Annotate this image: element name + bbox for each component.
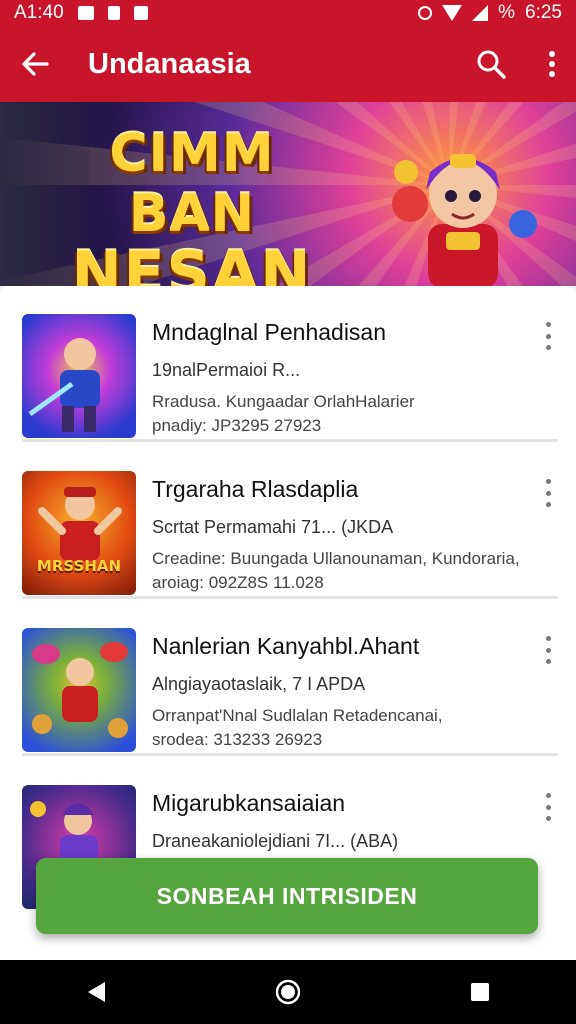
- item-more-icon[interactable]: [538, 479, 558, 507]
- search-icon[interactable]: [470, 43, 512, 85]
- item-title: Trgaraha Rlasdaplia: [152, 476, 359, 502]
- item-description: Orranpat'Nnal Sudlalan Retadencanai,: [152, 706, 443, 725]
- list-item[interactable]: Mndaglnal Penhadisan 19nalPermaioi R... …: [0, 286, 576, 442]
- divider: [22, 439, 558, 442]
- wifi-icon: [442, 5, 463, 21]
- more-vert-icon[interactable]: [542, 43, 562, 85]
- item-more-icon[interactable]: [538, 636, 558, 664]
- item-subtitle: 19nalPermaioi R...: [152, 360, 301, 380]
- game-thumbnail[interactable]: MRSSHAN: [22, 471, 136, 595]
- item-title: Migarubkansaiaian: [152, 790, 346, 816]
- item-meta: srodea: 313233 26923: [152, 730, 323, 749]
- primary-action-button[interactable]: SONBEAH INTRISIDEN: [36, 858, 538, 934]
- hero-character-image: [392, 154, 537, 286]
- banner-title-line2: NESAN: [71, 239, 313, 286]
- divider: [22, 753, 558, 756]
- item-description: Creadine: Buungada Ullanounaman, Kundora…: [152, 549, 520, 568]
- item-meta: pnadiy: JP3295 27923: [152, 416, 322, 435]
- list-item[interactable]: Nanlerian Kanyahbl.Ahant Alngiayaotaslai…: [0, 600, 576, 756]
- promo-banner[interactable]: CIMM BAN NESAN: [0, 102, 576, 286]
- item-more-icon[interactable]: [538, 793, 558, 821]
- item-title: Nanlerian Kanyahbl.Ahant: [152, 633, 420, 659]
- status-clock: 6:25: [525, 2, 562, 23]
- system-nav-bar: [0, 960, 576, 1024]
- nav-back-icon[interactable]: [66, 962, 126, 1022]
- list-item[interactable]: MRSSHAN Trgaraha Rlasdaplia Scrtat Perma…: [0, 443, 576, 599]
- bird-notification-icon: [107, 6, 120, 20]
- banner-title: CIMM BAN NESAN: [42, 124, 342, 286]
- photo-notification-icon: [77, 6, 94, 20]
- item-subtitle: Scrtat Permamahi 71... (JKDA: [152, 517, 394, 537]
- game-thumbnail[interactable]: [22, 628, 136, 752]
- game-thumbnail[interactable]: [22, 314, 136, 438]
- item-more-icon[interactable]: [538, 322, 558, 350]
- page-title: Undanaasia: [88, 47, 251, 80]
- thumbnail-label: MRSSHAN: [36, 557, 122, 575]
- item-subtitle: Draneakaniolejdiani 7I... (ABA): [152, 831, 399, 851]
- nav-home-icon[interactable]: [258, 962, 318, 1022]
- status-time: A1:40: [14, 2, 64, 23]
- item-subtitle: Alngiayaotaslaik, 7 I APDA: [152, 674, 366, 694]
- signal-icon: [472, 5, 489, 21]
- status-bar: A1:40 % 6:25: [0, 0, 576, 26]
- sync-icon: [418, 6, 433, 20]
- back-arrow-icon[interactable]: [14, 43, 56, 85]
- app-notification-icon: [133, 6, 148, 20]
- battery-indicator: %: [498, 2, 516, 23]
- divider: [22, 596, 558, 599]
- app-bar: Undanaasia: [0, 26, 576, 102]
- item-title: Mndaglnal Penhadisan: [152, 319, 387, 345]
- item-meta: aroiag: 092Z8S 11.028: [152, 573, 324, 592]
- nav-recents-icon[interactable]: [450, 962, 510, 1022]
- item-description: Rradusa. Kungaadar OrlahHalarier: [152, 392, 415, 411]
- banner-title-line1: CIMM BAN: [109, 124, 275, 244]
